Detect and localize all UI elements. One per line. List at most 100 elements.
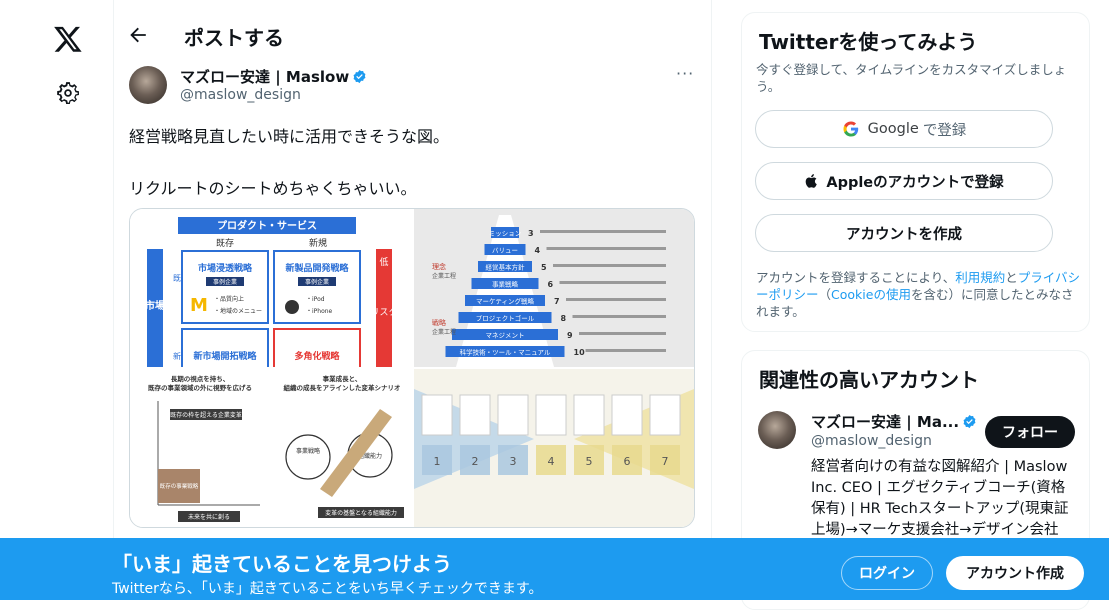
pyramid-row-label: マーケティング戦略 xyxy=(476,297,534,306)
google-signup-label: Google xyxy=(867,121,919,137)
pyramid-row-label: マネジメント xyxy=(486,332,525,340)
phase-card xyxy=(497,394,529,436)
related-handle[interactable]: @maslow_design xyxy=(811,433,932,449)
create-account-label: アカウントを作成 xyxy=(846,226,962,243)
pyramid-row-description xyxy=(546,247,666,250)
media-image-1[interactable]: プロダクト・サービス 既存 新規 市場 既存 新 市場浸透戦略 事例企業 M ・… xyxy=(130,209,412,367)
strategy-pyramid: ミッション 3 バリュー 4 経営基本方針 5 事業戦略 6 マーケティング戦略 7 プロジェクトゴ… xyxy=(432,215,666,367)
cookie-link[interactable]: Cookieの使用 xyxy=(831,287,911,302)
apple-icon xyxy=(806,174,818,188)
pyramid-row-number: 9 xyxy=(567,331,573,340)
related-bio: 経営者向けの有益な図解紹介 | Maslow Inc. CEO | エグゼクティ… xyxy=(811,459,1069,538)
phase-card xyxy=(459,394,491,436)
avatar[interactable] xyxy=(129,66,167,104)
mcdonalds-logo-icon: M xyxy=(190,295,208,316)
more-options-icon[interactable]: ··· xyxy=(676,64,694,83)
bottom-signup-banner: 「いま」起きていることを見つけよう Twitterなら、「いま」起きていることを… xyxy=(0,538,1109,600)
media-image-3[interactable]: 長期の視点を持ち、 既存の事業領域の外に視野を広げる 事業成長と、 組織の成長を… xyxy=(130,369,412,527)
legal-b: と xyxy=(1005,270,1018,285)
pyramid-side2b: 企業工程 xyxy=(432,328,456,336)
verified-badge-icon xyxy=(963,414,976,429)
phase-card xyxy=(649,394,681,436)
ansoff-header-text: プロダクト・サービス xyxy=(217,219,317,232)
terms-link[interactable]: 利用規約 xyxy=(955,270,1005,285)
signup-card-subtitle: 今すぐ登録して、タイムラインをカスタマイズしましょう。 xyxy=(756,62,1067,94)
media-image-2[interactable]: ミッション 3 バリュー 4 経営基本方針 5 事業戦略 6 マーケティング戦略 7 プロジェクトゴ… xyxy=(414,209,694,367)
ansoff-cell2-b1: ・iPod xyxy=(306,296,325,303)
pyramid-side2: 戦略 xyxy=(432,318,446,327)
diag3-circle1-text: 事業戦略 xyxy=(296,447,320,455)
pyramid-row-description xyxy=(585,349,666,352)
diag3-title2b: 組織の成長をアラインした変革シナリオ xyxy=(284,383,401,392)
google-icon xyxy=(843,121,858,137)
banner-subtext: Twitterなら、「いま」起きていることをいち早くチェックできます。 xyxy=(112,581,543,597)
diag3-box3: 未来を共に創る xyxy=(188,513,230,521)
ansoff-cell1-title: 市場浸透戦略 xyxy=(198,262,253,274)
ansoff-risk-label: リスク xyxy=(370,307,397,318)
ansoff-row2: 新 xyxy=(173,351,181,361)
ansoff-cell1-tag: 事例企業 xyxy=(213,278,237,286)
diag3-title1b: 既存の事業領域の外に視野を広げる xyxy=(148,383,252,392)
diag3-circle1 xyxy=(285,434,331,480)
legal-a: アカウントを登録することにより、 xyxy=(756,270,956,285)
x-logo-icon[interactable] xyxy=(53,24,83,54)
pyramid-row-label: プロジェクトゴール xyxy=(476,314,535,323)
diag3-box1: 既存の枠を超える企業変革 xyxy=(170,411,242,419)
tweet-line-2: リクルートのシートめちゃくちゃいい。 xyxy=(129,179,417,198)
pyramid-row-number: 6 xyxy=(548,280,554,289)
ansoff-risk-low: 低 xyxy=(379,256,388,268)
pyramid-row-number: 10 xyxy=(574,348,586,357)
pyramid-row-description xyxy=(579,332,666,335)
create-account-button[interactable]: アカウントを作成 xyxy=(755,214,1053,252)
related-name-text[interactable]: マズロー安達 | Ma... xyxy=(811,413,959,431)
transformation-diagram: 長期の視点を持ち、 既存の事業領域の外に視野を広げる 事業成長と、 組織の成長を… xyxy=(148,374,404,522)
phase-card xyxy=(611,394,643,436)
pyramid-row-number: 5 xyxy=(541,263,547,272)
phase-step-number: 1 xyxy=(434,455,441,468)
gear-icon[interactable] xyxy=(55,80,81,106)
diag3-title1: 長期の視点を持ち、 xyxy=(171,374,230,383)
phase-step-number: 5 xyxy=(586,455,593,468)
related-avatar[interactable] xyxy=(758,411,796,449)
pyramid-row-description xyxy=(566,298,666,301)
ansoff-market-label: 市場 xyxy=(145,299,165,312)
related-name[interactable]: マズロー安達 | Ma... xyxy=(811,411,977,432)
legal-c: （ xyxy=(818,287,832,302)
pyramid-row-description xyxy=(553,264,666,267)
signup-card-title: Twitterを使ってみよう xyxy=(759,30,978,54)
signup-card: Twitterを使ってみよう 今すぐ登録して、タイムラインをカスタマイズしましょ… xyxy=(741,12,1090,332)
phase-step-number: 3 xyxy=(510,455,517,468)
author-name-text[interactable]: マズロー安達 | Maslow xyxy=(180,68,349,86)
related-accounts-title: 関連性の高いアカウント xyxy=(759,368,979,392)
author-handle[interactable]: @maslow_design xyxy=(180,87,301,103)
author-name[interactable]: マズロー安達 | Maslow xyxy=(180,66,367,87)
tweet-media-grid[interactable]: プロダクト・サービス 既存 新規 市場 既存 新 市場浸透戦略 事例企業 M ・… xyxy=(129,208,695,528)
legal-text: アカウントを登録することにより、利用規約とプライバシーポリシー（Cookieの使… xyxy=(756,269,1083,320)
phase-step-number: 7 xyxy=(662,455,669,468)
pyramid-row-number: 7 xyxy=(554,297,560,306)
back-arrow-icon[interactable] xyxy=(127,24,149,46)
phase-step-number: 4 xyxy=(548,455,555,468)
apple-signup-label: Appleのアカウントで登録 xyxy=(826,174,1004,191)
ansoff-col2: 新規 xyxy=(309,237,327,249)
media-image-4[interactable]: 1 2 3 4 5 6 7 xyxy=(414,369,694,527)
ansoff-cell2-title: 新製品開発戦略 xyxy=(285,262,349,274)
ansoff-cell3-title: 新市場開拓戦略 xyxy=(193,350,257,362)
apple-signup-button[interactable]: Appleのアカウントで登録 xyxy=(755,162,1053,200)
ansoff-cell1-b2: ・地域のメニュー xyxy=(214,307,262,315)
ansoff-matrix: プロダクト・サービス 既存 新規 市場 既存 新 市場浸透戦略 事例企業 M ・… xyxy=(145,217,398,367)
ansoff-col1: 既存 xyxy=(216,237,234,249)
ansoff-cell2-tag: 事例企業 xyxy=(305,278,329,286)
signup-button[interactable]: アカウント作成 xyxy=(946,556,1084,590)
phase-card xyxy=(573,394,605,436)
diag3-title2: 事業成長と、 xyxy=(323,374,362,383)
phase-diagram: 1 2 3 4 5 6 7 xyxy=(414,389,694,489)
main-column: ポストする マズロー安達 | Maslow @maslow_design ···… xyxy=(113,0,712,600)
verified-badge-icon xyxy=(353,69,366,84)
follow-button[interactable]: フォロー xyxy=(985,416,1075,448)
diag3-box4: 変革の基盤となる組織能力 xyxy=(325,509,397,517)
pyramid-row-description xyxy=(572,315,666,318)
google-signup-button[interactable]: Google で登録 xyxy=(755,110,1053,148)
login-button[interactable]: ログイン xyxy=(841,556,933,590)
pyramid-row-label: ミッション xyxy=(489,230,522,238)
